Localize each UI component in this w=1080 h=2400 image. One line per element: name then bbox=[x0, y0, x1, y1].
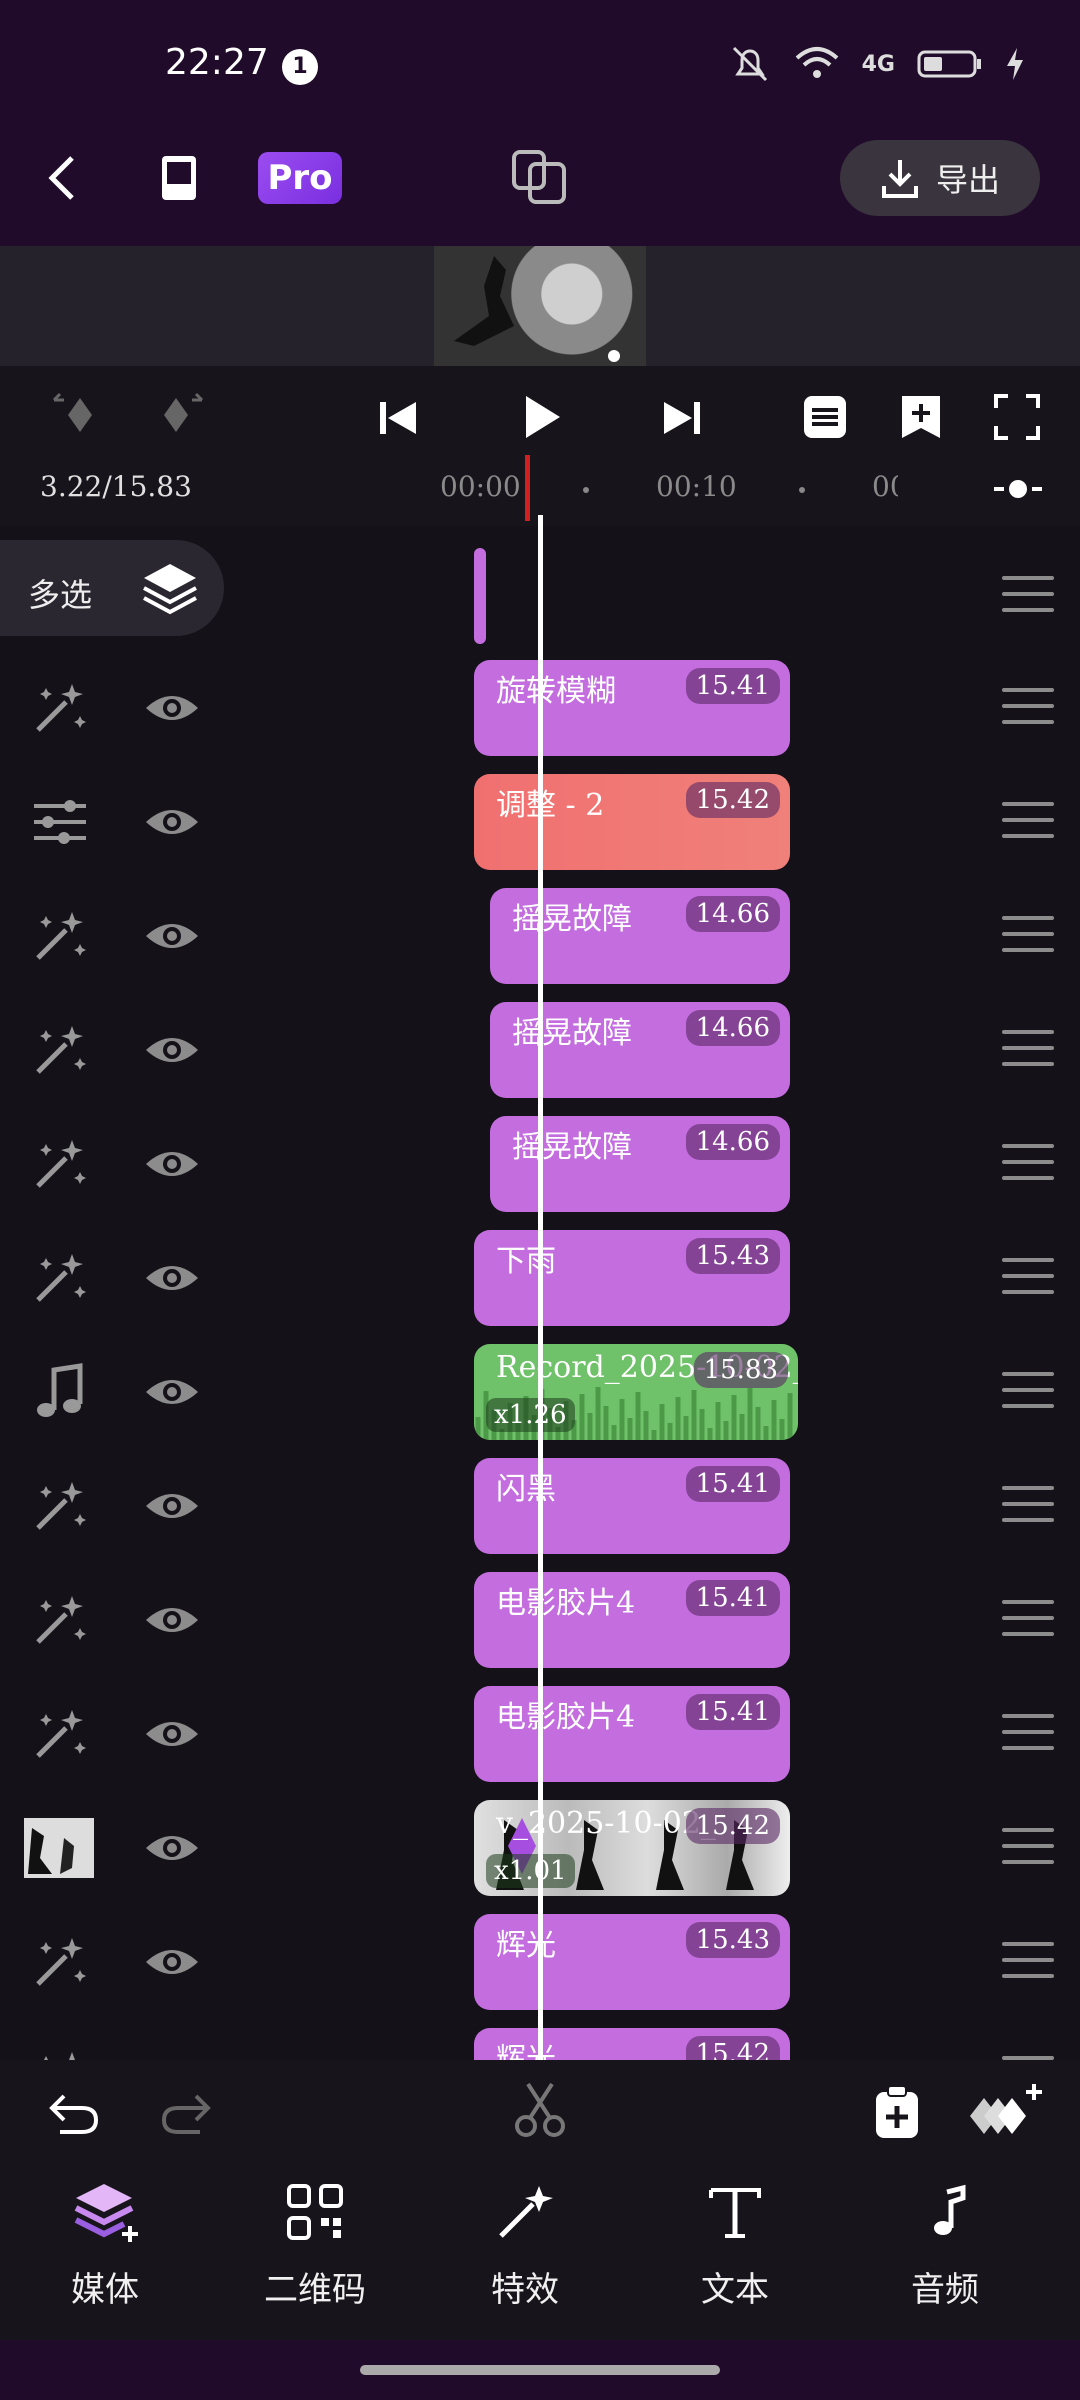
clip-name: 下雨 bbox=[496, 1244, 556, 1279]
clip-name: 调整 - 2 bbox=[496, 788, 605, 823]
timeline-clip[interactable]: 摇晃故障 14.66 bbox=[490, 1002, 790, 1098]
clip-duration-badge: 15.41 bbox=[685, 668, 780, 704]
timeline-clip[interactable]: 下雨 15.43 bbox=[474, 1230, 790, 1326]
timeline-clip[interactable]: 辉光 15.42 bbox=[474, 2028, 790, 2060]
clip-duration-badge: 15.41 bbox=[685, 1580, 780, 1616]
undo-icon[interactable] bbox=[46, 2088, 102, 2138]
clip-name: 摇晃故障 bbox=[512, 1016, 632, 1051]
clip-duration-badge: 15.43 bbox=[685, 1922, 780, 1958]
clip-name: v_2025-10-02_ bbox=[496, 1806, 716, 1841]
clip-duration-badge: 15.42 bbox=[685, 1808, 780, 1844]
scissors-icon[interactable] bbox=[512, 2080, 568, 2140]
clip-name: 电影胶片4 bbox=[496, 1700, 636, 1735]
clip-name: 摇晃故障 bbox=[512, 902, 632, 937]
tool-label: 文本 bbox=[701, 2270, 769, 2310]
clip-name: 辉光 bbox=[496, 2042, 556, 2060]
clip-name: 电影胶片4 bbox=[496, 1586, 636, 1621]
clip-speed-badge: x1.01 bbox=[486, 1854, 575, 1888]
timeline-clip[interactable]: Record_2025-10-02_2215.83x1.26 bbox=[474, 1344, 798, 1440]
tool-audio[interactable]: 音频 bbox=[870, 2180, 1020, 2311]
music-note-icon bbox=[934, 2184, 966, 2235]
timeline-clip[interactable]: 辉光 15.43 bbox=[474, 1914, 790, 2010]
timeline-clip[interactable]: 摇晃故障 14.66 bbox=[490, 888, 790, 984]
add-keyframe-icon[interactable] bbox=[964, 2080, 1044, 2144]
qr-code-icon bbox=[287, 2184, 343, 2240]
tool-label: 音频 bbox=[911, 2270, 979, 2310]
tool-label: 二维码 bbox=[264, 2270, 366, 2310]
playhead-marker bbox=[525, 455, 530, 521]
timeline-clip[interactable]: 调整 - 2 15.42 bbox=[474, 774, 790, 870]
redo-icon[interactable] bbox=[158, 2088, 214, 2138]
tool-text[interactable]: 文本 bbox=[660, 2180, 810, 2311]
tool-label: 特效 bbox=[491, 2270, 559, 2310]
clip-speed-badge: x1.26 bbox=[486, 1398, 575, 1432]
timeline-clip[interactable]: 闪黑 15.41 bbox=[474, 1458, 790, 1554]
clip-duration-badge: 15.83 bbox=[693, 1352, 788, 1388]
media-layers-icon bbox=[74, 2184, 138, 2242]
tool-effects[interactable]: 特效 bbox=[450, 2180, 600, 2311]
clip-name: 辉光 bbox=[496, 1928, 556, 1963]
paste-clipboard-icon[interactable] bbox=[870, 2084, 924, 2140]
home-indicator[interactable] bbox=[360, 2365, 720, 2375]
clip-duration-badge: 15.43 bbox=[685, 1238, 780, 1274]
clip-duration-badge: 14.66 bbox=[685, 1124, 780, 1160]
timeline-clip[interactable]: 电影胶片4 15.41 bbox=[474, 1686, 790, 1782]
timeline-clip[interactable]: 电影胶片4 15.41 bbox=[474, 1572, 790, 1668]
clip-duration-badge: 14.66 bbox=[685, 1010, 780, 1046]
timeline-clip[interactable]: 摇晃故障 14.66 bbox=[490, 1116, 790, 1212]
magic-wand-icon bbox=[499, 2186, 553, 2238]
timeline-clip[interactable]: v_2025-10-02_ 15.42 x1.01 bbox=[474, 1800, 790, 1896]
clip-duration-badge: 14.66 bbox=[685, 896, 780, 932]
clip-duration-badge: 15.42 bbox=[685, 782, 780, 818]
clip-duration-badge: 15.41 bbox=[685, 1694, 780, 1730]
tool-media[interactable]: 媒体 bbox=[30, 2180, 180, 2311]
clip-name: 摇晃故障 bbox=[512, 1130, 632, 1165]
clip-name: 闪黑 bbox=[496, 1472, 556, 1507]
tool-qr-code[interactable]: 二维码 bbox=[240, 2180, 390, 2311]
clip-name: 旋转模糊 bbox=[496, 674, 616, 709]
text-icon bbox=[709, 2188, 761, 2238]
timeline-clip[interactable]: 旋转模糊 15.41 bbox=[474, 660, 790, 756]
clip-duration-badge: 15.42 bbox=[685, 2036, 780, 2060]
playhead[interactable] bbox=[538, 515, 543, 2065]
tool-label: 媒体 bbox=[71, 2270, 139, 2310]
clip-duration-badge: 15.41 bbox=[685, 1466, 780, 1502]
